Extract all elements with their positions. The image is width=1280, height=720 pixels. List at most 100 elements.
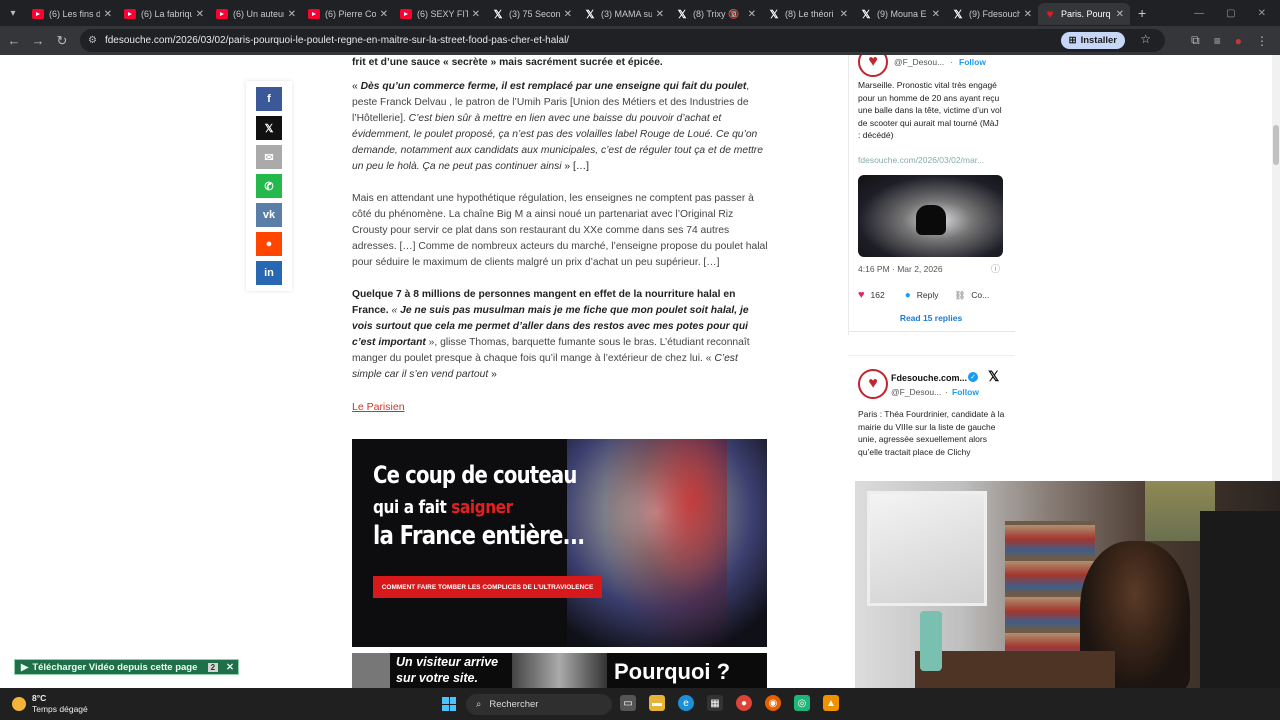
tab-close-icon[interactable]: ✕ (472, 9, 480, 20)
banner-line-2a: qui a fait (373, 497, 452, 518)
address-bar[interactable]: ⚙ fdesouche.com/2026/03/02/paris-pourquo… (80, 29, 1165, 52)
tweet-column-border (848, 55, 849, 335)
tweet1-handle[interactable]: @F_Desou... (894, 57, 944, 67)
read-replies-button[interactable]: Read 15 replies (858, 309, 1004, 326)
tweet2-avatar[interactable]: ♥ (858, 369, 888, 399)
tab-close-icon[interactable]: ✕ (1024, 9, 1032, 20)
source-link[interactable]: Le Parisien (352, 401, 405, 413)
tab-close-icon[interactable]: ✕ (288, 9, 296, 20)
tab-close-icon[interactable]: ✕ (840, 9, 848, 20)
quote-bold: Dès qu’un commerce ferme, il est remplac… (360, 81, 747, 92)
tab-close-icon[interactable]: ✕ (104, 9, 112, 20)
scrollbar-thumb[interactable] (1273, 125, 1279, 165)
browser-tab[interactable]: (6) Un auteur ✕ (210, 3, 302, 25)
ad-banner-knife[interactable]: Ce coup de couteau qui a fait saigner la… (352, 439, 767, 647)
weather-widget[interactable]: 8°C Temps dégagé (12, 693, 88, 715)
webcam-bottle (920, 611, 942, 671)
tweet1-header: ♥ @F_Desou... · Follow (858, 55, 986, 77)
tweet1-avatar[interactable]: ♥ (858, 55, 888, 77)
x-logo-icon[interactable]: 𝕏 (988, 368, 999, 385)
store-icon[interactable]: ▦ (707, 695, 723, 711)
video-download-badge[interactable]: ▶ Télécharger Vidéo depuis cette page 2 … (14, 659, 239, 675)
tweet1-image-scooter (916, 205, 946, 235)
close-badge-icon[interactable]: ✕ (226, 662, 234, 673)
browser-tab[interactable]: 𝕏 (3) MAMA sur ✕ (578, 3, 670, 25)
install-button[interactable]: ⊞ Installer (1060, 32, 1125, 49)
browser-tab[interactable]: 𝕏 (9) Fdesouch ✕ (946, 3, 1038, 25)
tweet1-reply[interactable]: Reply (917, 290, 939, 300)
firefox-icon[interactable]: ◉ (765, 695, 781, 711)
heart-icon[interactable]: ♥ (858, 289, 865, 301)
browser-tab[interactable]: ♥ Paris. Pourq ✕ (1038, 3, 1130, 25)
tab-close-icon[interactable]: ✕ (932, 9, 940, 20)
ad-banner-visitor[interactable]: Un visiteur arrive sur votre site. Pourq… (352, 653, 767, 688)
verified-badge-icon: ✓ (968, 372, 978, 382)
tweet1-image[interactable] (858, 175, 1003, 257)
linkedin-share-icon[interactable]: in (256, 261, 282, 285)
banner-cta-button[interactable]: COMMENT FAIRE TOMBER LES COMPLICES DE L’… (373, 576, 602, 598)
tab-close-icon[interactable]: ✕ (380, 9, 388, 20)
tweet2-name[interactable]: Fdesouche.com... (891, 373, 967, 383)
tweet2-meta: @F_Desou... · Follow (891, 387, 979, 397)
new-tab-button[interactable]: + (1138, 5, 1146, 21)
vk-share-icon[interactable]: vk (256, 203, 282, 227)
extensions-icon[interactable]: ⧉ (1191, 33, 1200, 48)
tab-strip: ▾ (6) Les fins d ✕ (6) La fabriqu ✕ (6) Un a… (0, 0, 1280, 26)
chrome-icon[interactable]: ● (736, 695, 752, 711)
reddit-share-icon[interactable]: ● (256, 232, 282, 256)
forward-icon[interactable]: → (26, 33, 50, 48)
browser-tab[interactable]: (6) Les fins d ✕ (26, 3, 118, 25)
email-share-icon[interactable]: ✉ (256, 145, 282, 169)
start-windows-icon[interactable] (442, 697, 456, 711)
minimize-icon[interactable]: — (1194, 8, 1204, 19)
taskbar-search[interactable]: ⌕ Rechercher (466, 694, 612, 715)
vlc-icon[interactable]: ▲ (823, 695, 839, 711)
edge-icon[interactable]: e (678, 695, 694, 711)
back-icon[interactable]: ← (2, 33, 26, 48)
whatsapp-share-icon[interactable]: ✆ (256, 174, 282, 198)
youtube-favicon-icon (308, 9, 320, 19)
tweet1-link[interactable]: fdesouche.com/2026/03/02/mar... (858, 155, 1003, 165)
x-share-icon[interactable]: 𝕏 (256, 116, 282, 140)
browser-tab[interactable]: 𝕏 (8) Le théori ✕ (762, 3, 854, 25)
tweet2-text: Paris : Théa Fourdrinier, candidate à la… (858, 409, 1005, 457)
close-window-icon[interactable]: ✕ (1258, 8, 1266, 19)
tab-close-icon[interactable]: ✕ (196, 9, 204, 20)
media-icon[interactable]: ≡ (1214, 34, 1221, 48)
tab-close-icon[interactable]: ✕ (1116, 9, 1124, 20)
app-green-icon[interactable]: ◎ (794, 695, 810, 711)
banner2-line-2: sur votre site. (396, 671, 478, 685)
browser-tab[interactable]: (6) SEXY FIT ✕ (394, 3, 486, 25)
tweet2-follow-button[interactable]: Follow (952, 387, 979, 397)
tweet1-copy[interactable]: Co... (971, 290, 989, 300)
menu-icon[interactable]: ⋮ (1256, 34, 1268, 48)
browser-tab[interactable]: 𝕏 (3) 75 Secon ✕ (486, 3, 578, 25)
quote-end: » […] (561, 161, 589, 172)
tab-close-icon[interactable]: ✕ (748, 9, 756, 20)
maximize-icon[interactable]: ▢ (1226, 8, 1235, 19)
tab-close-icon[interactable]: ✕ (656, 9, 664, 20)
copy-link-icon[interactable]: ⛓ (955, 290, 966, 301)
site-info-icon[interactable]: ⚙ (88, 35, 97, 46)
browser-tab[interactable]: (6) Pierre Co ✕ (302, 3, 394, 25)
browser-tab[interactable]: 𝕏 (9) Mouna E ✕ (854, 3, 946, 25)
facebook-share-icon[interactable]: f (256, 87, 282, 111)
quote-italic: C’est bien sûr à mettre en lien avec une… (352, 113, 763, 172)
banner-line-2: qui a fait saigner (373, 497, 513, 518)
profile-avatar[interactable]: ● (1235, 34, 1242, 48)
tab-search-icon[interactable]: ▾ (0, 0, 26, 26)
file-explorer-icon[interactable]: ▬ (649, 695, 665, 711)
info-icon[interactable]: ⓘ (991, 262, 1000, 275)
tab-close-icon[interactable]: ✕ (564, 9, 572, 20)
browser-tab[interactable]: (6) La fabriqu ✕ (118, 3, 210, 25)
browser-tab[interactable]: 𝕏 (8) Trixy 🔞 ✕ (670, 3, 762, 25)
tweet1-follow-button[interactable]: Follow (959, 57, 986, 67)
banner-line-3: la France entière... (373, 521, 585, 551)
bookmark-star-icon[interactable]: ☆ (1140, 32, 1151, 46)
reply-icon[interactable]: ● (905, 290, 911, 301)
tweet2-handle[interactable]: @F_Desou... (891, 387, 941, 397)
tweet1-timestamp[interactable]: 4:16 PM · Mar 2, 2026 (858, 264, 943, 274)
play-icon: ▶ (21, 661, 29, 673)
task-view-icon[interactable]: ▭ (620, 695, 636, 711)
reload-icon[interactable]: ↻ (50, 33, 74, 49)
